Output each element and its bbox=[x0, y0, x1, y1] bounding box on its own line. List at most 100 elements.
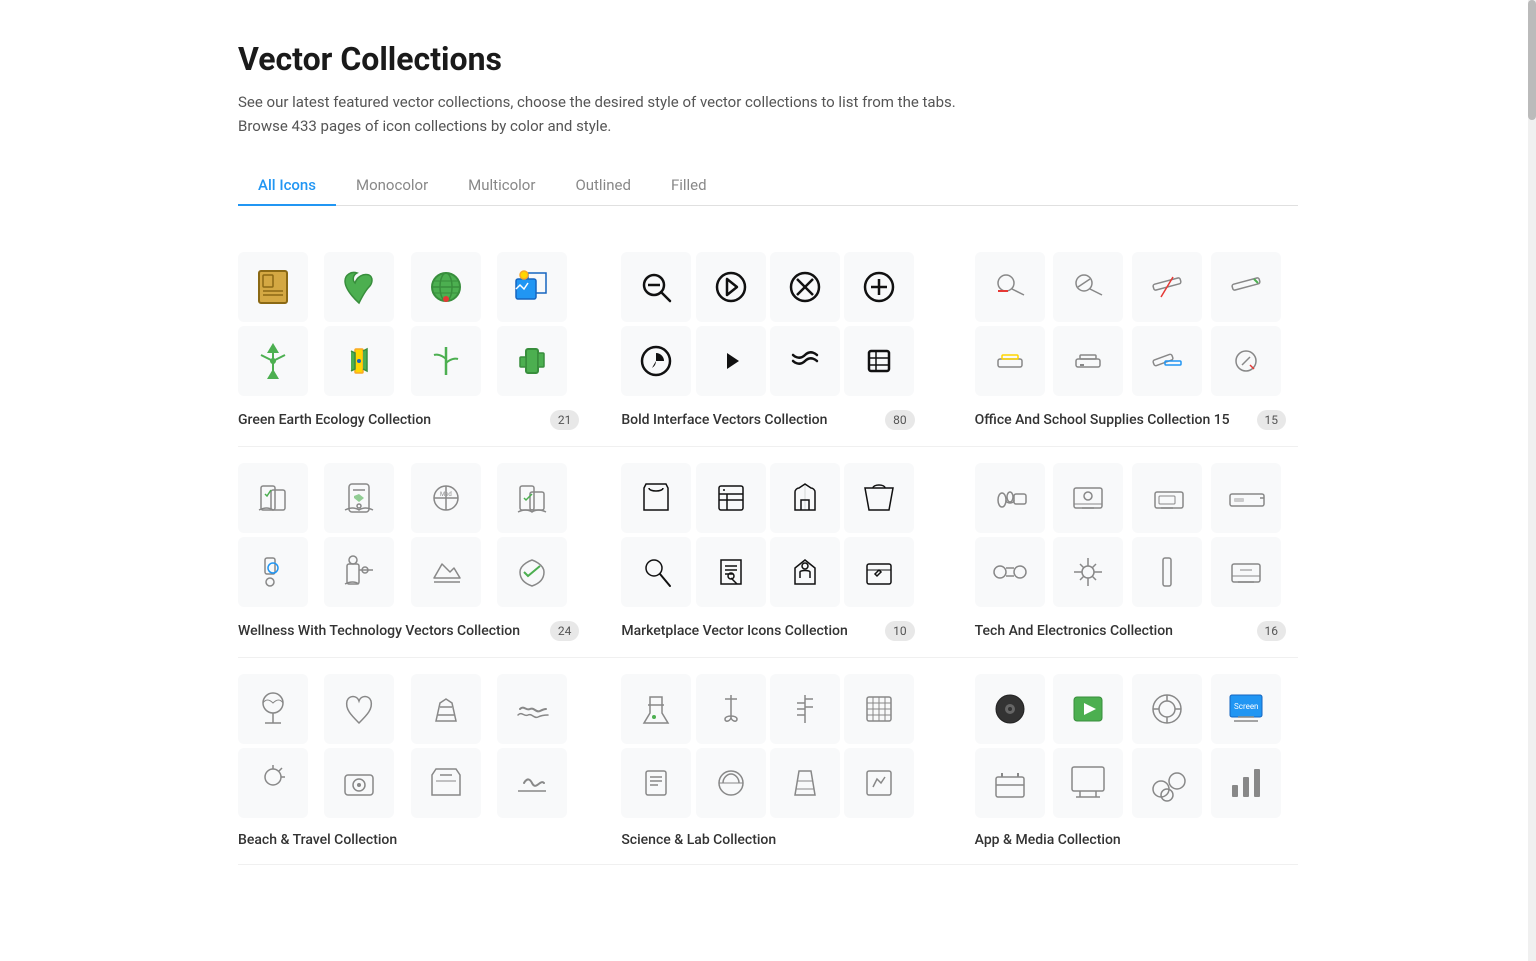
icon-cell[interactable] bbox=[411, 748, 481, 818]
icon-cell[interactable] bbox=[1053, 537, 1123, 607]
icon-cell[interactable] bbox=[497, 674, 567, 744]
icon-cell[interactable] bbox=[844, 463, 914, 533]
icon-cell[interactable] bbox=[844, 674, 914, 744]
icon-cell[interactable]: Screen bbox=[1211, 674, 1281, 744]
icon-cell[interactable] bbox=[696, 748, 766, 818]
icon-cell[interactable] bbox=[238, 463, 308, 533]
icon-cell[interactable] bbox=[1053, 674, 1123, 744]
icon-cell[interactable] bbox=[1211, 326, 1281, 396]
icon-cell[interactable] bbox=[1053, 326, 1123, 396]
icon-cell[interactable] bbox=[621, 252, 691, 322]
icon-cell[interactable] bbox=[696, 537, 766, 607]
icon-cell[interactable] bbox=[975, 748, 1045, 818]
icon-cell[interactable] bbox=[324, 748, 394, 818]
icon-cell[interactable] bbox=[770, 748, 840, 818]
icon-cell[interactable] bbox=[497, 537, 567, 607]
icon-cell[interactable] bbox=[975, 463, 1045, 533]
icon-cell[interactable] bbox=[324, 674, 394, 744]
icon-cell[interactable] bbox=[621, 326, 691, 396]
icon-cell[interactable] bbox=[1132, 537, 1202, 607]
icon-cell[interactable] bbox=[1132, 748, 1202, 818]
green-earth-name: Green Earth Ecology Collection bbox=[238, 412, 550, 428]
icon-cell[interactable]: Med bbox=[411, 463, 481, 533]
wellness-name: Wellness With Technology Vectors Collect… bbox=[238, 623, 550, 639]
collection-green-earth: Green Earth Ecology Collection 21 bbox=[238, 236, 591, 447]
tab-outlined[interactable]: Outlined bbox=[555, 166, 651, 206]
icon-cell[interactable] bbox=[621, 463, 691, 533]
icon-cell[interactable] bbox=[238, 537, 308, 607]
app-media-icons: Screen bbox=[975, 674, 1286, 818]
icon-cell[interactable] bbox=[770, 463, 840, 533]
icon-cell[interactable] bbox=[1053, 463, 1123, 533]
icon-cell[interactable] bbox=[696, 674, 766, 744]
icon-cell[interactable] bbox=[770, 674, 840, 744]
icon-cell[interactable] bbox=[324, 537, 394, 607]
icon-cell[interactable] bbox=[497, 326, 567, 396]
icon-cell[interactable] bbox=[1132, 326, 1202, 396]
tabs-container: All Icons Monocolor Multicolor Outlined … bbox=[238, 166, 1298, 206]
tab-filled[interactable]: Filled bbox=[651, 166, 727, 206]
wellness-icons: Med bbox=[238, 463, 579, 607]
icon-cell[interactable] bbox=[1132, 252, 1202, 322]
collection-wellness: Med bbox=[238, 447, 591, 658]
icon-cell[interactable] bbox=[975, 537, 1045, 607]
tab-all-icons[interactable]: All Icons bbox=[238, 166, 336, 206]
scrollbar[interactable] bbox=[1528, 0, 1536, 961]
icon-cell[interactable] bbox=[770, 326, 840, 396]
icon-cell[interactable] bbox=[770, 252, 840, 322]
icon-cell[interactable] bbox=[621, 537, 691, 607]
icon-cell[interactable] bbox=[975, 326, 1045, 396]
icon-cell[interactable] bbox=[696, 326, 766, 396]
office-school-count: 15 bbox=[1257, 410, 1287, 430]
tab-multicolor[interactable]: Multicolor bbox=[448, 166, 555, 206]
collection-marketplace: Marketplace Vector Icons Collection 10 bbox=[591, 447, 944, 658]
tab-monocolor[interactable]: Monocolor bbox=[336, 166, 448, 206]
icon-cell[interactable] bbox=[770, 537, 840, 607]
marketplace-name: Marketplace Vector Icons Collection bbox=[621, 623, 885, 639]
icon-cell[interactable] bbox=[621, 674, 691, 744]
beach-icons bbox=[238, 674, 579, 818]
icon-cell[interactable] bbox=[1211, 252, 1281, 322]
icon-cell[interactable] bbox=[497, 748, 567, 818]
icon-cell[interactable] bbox=[497, 252, 567, 322]
icon-cell[interactable] bbox=[1132, 463, 1202, 533]
icon-cell[interactable] bbox=[411, 674, 481, 744]
icon-cell[interactable] bbox=[1211, 748, 1281, 818]
icon-cell[interactable] bbox=[844, 252, 914, 322]
icon-cell[interactable] bbox=[238, 748, 308, 818]
icon-cell[interactable] bbox=[411, 252, 481, 322]
icon-cell[interactable] bbox=[1211, 463, 1281, 533]
science-icons bbox=[621, 674, 914, 818]
svg-text:Med: Med bbox=[440, 491, 452, 498]
marketplace-count: 10 bbox=[885, 621, 915, 641]
wellness-footer: Wellness With Technology Vectors Collect… bbox=[238, 621, 579, 641]
icon-cell[interactable] bbox=[844, 326, 914, 396]
icon-cell[interactable] bbox=[696, 463, 766, 533]
collection-app-media: Screen bbox=[945, 658, 1298, 865]
icon-cell[interactable] bbox=[1132, 674, 1202, 744]
icon-cell[interactable] bbox=[324, 326, 394, 396]
icon-cell[interactable] bbox=[411, 326, 481, 396]
icon-cell[interactable] bbox=[975, 674, 1045, 744]
icon-cell[interactable] bbox=[411, 537, 481, 607]
icon-cell[interactable] bbox=[975, 252, 1045, 322]
icon-cell[interactable] bbox=[844, 748, 914, 818]
icon-cell[interactable] bbox=[238, 326, 308, 396]
svg-text:Screen: Screen bbox=[1234, 702, 1258, 711]
icon-cell[interactable] bbox=[844, 537, 914, 607]
tech-icons bbox=[975, 463, 1286, 607]
icon-cell[interactable] bbox=[1053, 252, 1123, 322]
icon-cell[interactable] bbox=[238, 252, 308, 322]
icon-cell[interactable] bbox=[1053, 748, 1123, 818]
icon-cell[interactable] bbox=[324, 463, 394, 533]
collection-office-school: Office And School Supplies Collection 15… bbox=[945, 236, 1298, 447]
icon-cell[interactable] bbox=[621, 748, 691, 818]
icon-cell[interactable] bbox=[696, 252, 766, 322]
scrollbar-thumb[interactable] bbox=[1528, 0, 1536, 120]
icon-cell[interactable] bbox=[1211, 537, 1281, 607]
collection-bold-interface: Bold Interface Vectors Collection 80 bbox=[591, 236, 944, 447]
icon-cell[interactable] bbox=[324, 252, 394, 322]
icon-cell[interactable] bbox=[238, 674, 308, 744]
app-media-name: App & Media Collection bbox=[975, 832, 1286, 848]
icon-cell[interactable] bbox=[497, 463, 567, 533]
